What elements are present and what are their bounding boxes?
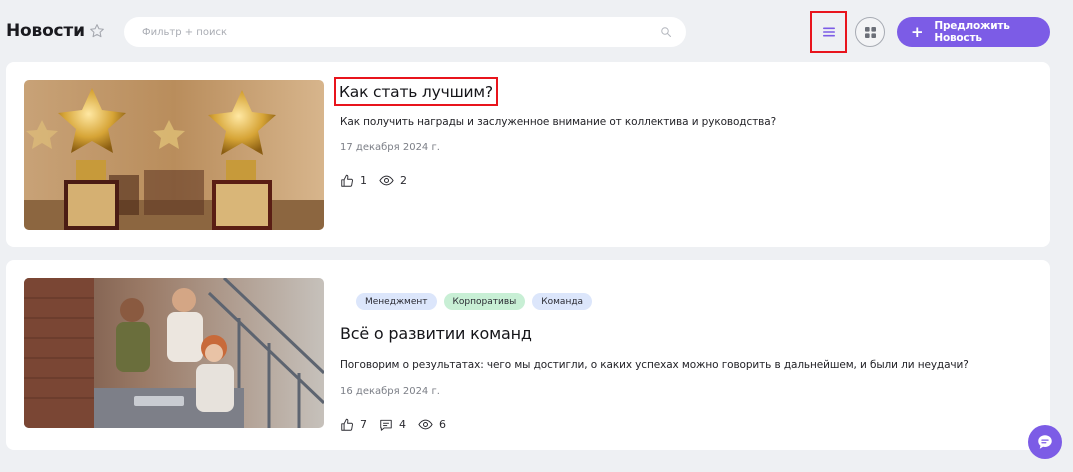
search-box[interactable] — [124, 17, 686, 47]
grid-view-icon — [864, 26, 876, 38]
comment-count: 4 — [399, 418, 406, 431]
news-stats: 7 4 6 — [340, 417, 458, 432]
news-image-team[interactable] — [24, 278, 324, 428]
eye-icon — [418, 419, 433, 430]
comment-counter[interactable]: 4 — [379, 418, 406, 432]
like-counter[interactable]: 1 — [340, 174, 367, 188]
news-card[interactable]: Как стать лучшим? Как получить награды и… — [6, 62, 1050, 247]
like-counter[interactable]: 7 — [340, 418, 367, 432]
search-input[interactable] — [142, 24, 642, 40]
news-card[interactable]: Менеджмент Корпоративы Команда Всё о раз… — [6, 260, 1050, 450]
comment-icon — [380, 419, 392, 431]
chat-button[interactable] — [1028, 425, 1062, 459]
like-count: 7 — [360, 418, 367, 431]
news-stats: 1 2 — [340, 173, 419, 188]
view-count: 6 — [439, 418, 446, 431]
view-counter: 2 — [379, 173, 407, 188]
view-counter: 6 — [418, 417, 446, 432]
like-icon — [341, 418, 353, 431]
list-view-button[interactable] — [810, 11, 847, 53]
tag-management[interactable]: Менеджмент — [356, 293, 437, 310]
view-count: 2 — [400, 174, 407, 187]
news-description: Поговорим о результатах: чего мы достигл… — [340, 359, 969, 371]
grid-view-button[interactable] — [855, 17, 885, 47]
star-icon[interactable] — [89, 23, 105, 39]
tag-corporate[interactable]: Корпоративы — [443, 293, 526, 310]
tag-list: Менеджмент Корпоративы Команда — [356, 293, 599, 310]
propose-news-button[interactable]: + Предложить Новость — [897, 17, 1050, 47]
top-bar: Новости + Предложить Новость — [0, 0, 1073, 62]
search-icon[interactable] — [660, 26, 672, 38]
news-date: 17 декабря 2024 г. — [340, 142, 440, 153]
news-title[interactable]: Всё о развитии команд — [340, 324, 532, 343]
page-title: Новости — [6, 21, 85, 41]
news-title[interactable]: Как стать лучшим? — [339, 83, 493, 101]
like-icon — [341, 174, 353, 187]
tag-team[interactable]: Команда — [532, 293, 593, 310]
plus-icon: + — [911, 22, 924, 41]
news-date: 16 декабря 2024 г. — [340, 386, 440, 397]
like-count: 1 — [360, 174, 367, 187]
news-image-awards[interactable] — [24, 80, 324, 230]
list-view-icon — [822, 27, 835, 37]
chat-icon — [1038, 435, 1052, 449]
news-title-highlight[interactable]: Как стать лучшим? — [334, 77, 498, 106]
eye-icon — [379, 175, 394, 186]
propose-news-label: Предложить Новость — [934, 20, 1010, 44]
news-description: Как получить награды и заслуженное внима… — [340, 116, 777, 128]
